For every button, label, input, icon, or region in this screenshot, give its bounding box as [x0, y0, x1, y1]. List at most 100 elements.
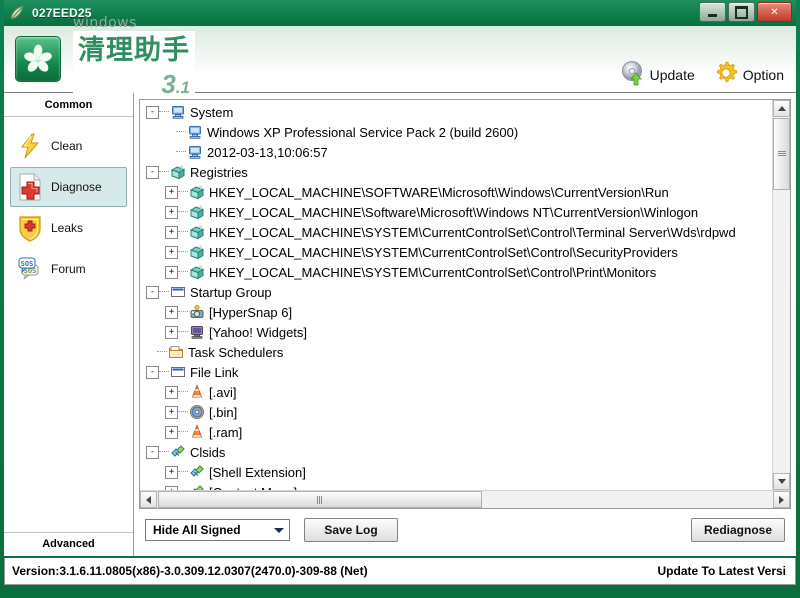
sidebar-item-label: Clean	[51, 139, 83, 153]
expand-toggle-icon[interactable]: +	[165, 265, 178, 279]
bottom-toolbar: Hide All Signed Save Log Rediagnose	[139, 509, 791, 551]
tree-node-label: [.bin]	[209, 404, 238, 420]
scroll-right-button[interactable]	[773, 491, 790, 508]
vertical-scroll-thumb[interactable]	[773, 118, 790, 190]
tree-node-label: 2012-03-13,10:06:57	[207, 144, 328, 160]
tree-node[interactable]: + [.ram]	[140, 422, 773, 442]
tree-node[interactable]: + [Shell Extension]	[140, 462, 773, 482]
tree-node-label: [HyperSnap 6]	[209, 304, 293, 320]
tree-node-label: HKEY_LOCAL_MACHINE\SYSTEM\CurrentControl…	[209, 244, 678, 260]
tree-connector	[178, 211, 188, 213]
registry-icon	[188, 244, 206, 260]
tree-connector	[176, 151, 186, 153]
tree-node[interactable]: + HKEY_LOCAL_MACHINE\Software\Microsoft\W…	[140, 202, 773, 222]
tree-connector	[159, 291, 169, 293]
tree-connector	[178, 471, 188, 473]
tree-connector	[178, 191, 188, 193]
tree-node-label: Registries	[190, 164, 248, 180]
tree-node[interactable]: - File Link	[140, 362, 773, 382]
sos-bubble-icon: SOS SOS	[15, 253, 45, 285]
registry-icon	[188, 264, 206, 280]
sidebar-item-diagnose[interactable]: Diagnose	[10, 167, 127, 207]
computer-icon	[186, 144, 204, 160]
tree-connector	[178, 271, 188, 273]
tree-node[interactable]: - Startup Group	[140, 282, 773, 302]
vlc-cone-icon	[188, 384, 206, 400]
gear-icon	[713, 60, 739, 89]
tree-node[interactable]: + [Yahoo! Widgets]	[140, 322, 773, 342]
expand-toggle-icon[interactable]: +	[165, 245, 178, 259]
tree-node-label: Windows XP Professional Service Pack 2 (…	[207, 124, 519, 140]
registry-icon	[188, 184, 206, 200]
tree-node[interactable]: +[Context Menu]	[140, 482, 773, 490]
scroll-up-button[interactable]	[773, 100, 790, 117]
tree-toggle-placeholder	[165, 147, 176, 158]
collapse-toggle-icon[interactable]: -	[146, 445, 159, 459]
expand-toggle-icon[interactable]: +	[165, 405, 178, 419]
tree-node[interactable]: + [HyperSnap 6]	[140, 302, 773, 322]
tree-node[interactable]: + HKEY_LOCAL_MACHINE\SYSTEM\CurrentContro…	[140, 242, 773, 262]
sidebar-footer-advanced[interactable]: Advanced	[4, 532, 133, 556]
tree-node[interactable]: + [.bin]	[140, 402, 773, 422]
red-cross-doc-icon	[15, 171, 45, 203]
application-window: 027EED25 ✕ windows 清理助手 3.1 Update Optio…	[0, 0, 800, 598]
collapse-toggle-icon[interactable]: -	[146, 165, 159, 179]
tree-node[interactable]: + [.avi]	[140, 382, 773, 402]
expand-toggle-icon[interactable]: +	[165, 205, 178, 219]
update-button[interactable]: Update	[620, 60, 695, 89]
collapse-toggle-icon[interactable]: -	[146, 105, 159, 119]
scroll-left-button[interactable]	[140, 491, 157, 508]
scroll-down-button[interactable]	[773, 473, 790, 490]
registry-icon	[188, 204, 206, 220]
tree-node-label: Clsids	[190, 444, 226, 460]
expand-toggle-icon[interactable]: +	[165, 465, 178, 479]
tree-node[interactable]: Task Schedulers	[140, 342, 773, 362]
sidebar-item-forum[interactable]: SOS SOS Forum	[10, 249, 127, 289]
expand-toggle-icon[interactable]: +	[165, 385, 178, 399]
computer-icon	[186, 124, 204, 140]
filter-dropdown[interactable]: Hide All Signed	[145, 519, 290, 541]
yahoo-icon	[188, 324, 206, 340]
expand-toggle-icon[interactable]: +	[165, 305, 178, 319]
hypersnap-icon	[188, 304, 206, 320]
tree-node[interactable]: - Clsids	[140, 442, 773, 462]
tree-node-label: [Shell Extension]	[209, 464, 306, 480]
tree-node-label: File Link	[190, 364, 239, 380]
collapse-toggle-icon[interactable]: -	[146, 365, 159, 379]
tree-node-label: [Yahoo! Widgets]	[209, 324, 308, 340]
horizontal-scrollbar[interactable]	[140, 490, 790, 508]
tree-view[interactable]: - System Windows XP Professional Service P…	[140, 100, 773, 490]
expand-toggle-icon[interactable]: +	[165, 185, 178, 199]
sidebar-item-leaks[interactable]: Leaks	[10, 208, 127, 248]
collapse-toggle-icon[interactable]: -	[146, 285, 159, 299]
expand-toggle-icon[interactable]: +	[165, 225, 178, 239]
tree-connector	[159, 171, 169, 173]
horizontal-scroll-thumb[interactable]	[158, 491, 482, 508]
tree-node[interactable]: - System	[140, 102, 773, 122]
expand-toggle-icon[interactable]: +	[165, 425, 178, 439]
clsid-icon	[188, 464, 206, 480]
minimize-button[interactable]	[699, 2, 726, 22]
tree-node[interactable]: Windows XP Professional Service Pack 2 (…	[140, 122, 773, 142]
rediagnose-button[interactable]: Rediagnose	[690, 518, 785, 542]
expand-toggle-icon[interactable]: +	[165, 325, 178, 339]
status-update-link[interactable]: Update To Latest Versi	[658, 564, 788, 578]
window-icon	[169, 364, 187, 380]
option-button[interactable]: Option	[713, 60, 784, 89]
save-log-button[interactable]: Save Log	[304, 518, 398, 542]
tree-node[interactable]: - Registries	[140, 162, 773, 182]
tree-node[interactable]: + HKEY_LOCAL_MACHINE\SYSTEM\CurrentContro…	[140, 262, 773, 282]
tree-node[interactable]: + HKEY_LOCAL_MACHINE\SYSTEM\CurrentContro…	[140, 222, 773, 242]
tree-node[interactable]: 2012-03-13,10:06:57	[140, 142, 773, 162]
tree-node[interactable]: + HKEY_LOCAL_MACHINE\SOFTWARE\Microsoft\W…	[140, 182, 773, 202]
maximize-button[interactable]	[728, 2, 755, 22]
sidebar-item-clean[interactable]: Clean	[10, 126, 127, 166]
vertical-scrollbar[interactable]	[772, 100, 790, 490]
close-button[interactable]: ✕	[757, 2, 792, 22]
